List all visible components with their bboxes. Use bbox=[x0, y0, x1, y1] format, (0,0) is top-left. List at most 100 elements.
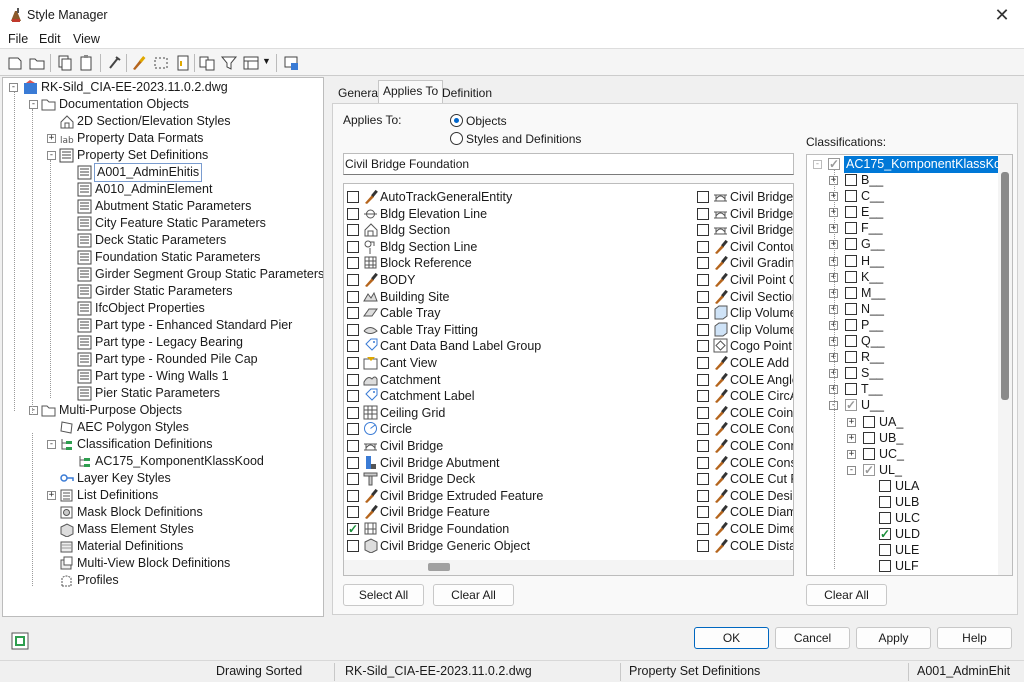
classifications-scroll-thumb[interactable] bbox=[1001, 172, 1009, 400]
object-row-cable-tray[interactable]: Cable Tray bbox=[345, 305, 685, 321]
object-checkbox[interactable] bbox=[697, 440, 709, 452]
filter-icon[interactable] bbox=[220, 54, 238, 72]
object-row-civil-section[interactable]: Civil Section bbox=[695, 289, 793, 305]
classification-item[interactable]: + G__ bbox=[807, 236, 999, 253]
object-row-ceiling-grid[interactable]: Ceiling Grid bbox=[345, 405, 685, 421]
classification-checkbox[interactable] bbox=[863, 416, 875, 428]
classification-item[interactable]: - UL_ bbox=[807, 462, 999, 479]
classification-item[interactable]: + H__ bbox=[807, 253, 999, 270]
object-row-civil-bridge[interactable]: Civil Bridge bbox=[695, 189, 793, 205]
classification-checkbox[interactable] bbox=[845, 255, 857, 267]
object-checkbox[interactable] bbox=[697, 473, 709, 485]
object-row-circle[interactable]: Circle bbox=[345, 421, 685, 437]
object-row-civil-bridge-generic-object[interactable]: Civil Bridge Generic Object bbox=[345, 538, 685, 554]
object-row-cole-dimen[interactable]: COLE Dimen bbox=[695, 521, 793, 537]
object-row-cole-design[interactable]: COLE Design bbox=[695, 488, 793, 504]
object-checkbox[interactable] bbox=[347, 390, 359, 402]
select-all-button[interactable]: Select All bbox=[343, 584, 424, 606]
tree-root-drawing[interactable]: - RK-Sild_CIA-EE-2023.11.0.2.dwg bbox=[3, 79, 323, 96]
select-style-icon[interactable] bbox=[152, 54, 170, 72]
object-checkbox[interactable] bbox=[347, 191, 359, 203]
object-row-cant-data-band-label-group[interactable]: Cant Data Band Label Group bbox=[345, 338, 685, 354]
object-row-cole-distan[interactable]: COLE Distan bbox=[695, 538, 793, 554]
classification-checkbox[interactable] bbox=[879, 544, 891, 556]
classification-item[interactable]: -U__ bbox=[807, 397, 999, 414]
current-object-field[interactable]: Civil Bridge Foundation bbox=[343, 153, 794, 175]
object-row-cole-coinci[interactable]: COLE Coinci bbox=[695, 405, 793, 421]
classification-item[interactable]: + S__ bbox=[807, 365, 999, 382]
classification-checkbox[interactable] bbox=[845, 351, 857, 363]
clear-all-button[interactable]: Clear All bbox=[433, 584, 514, 606]
classification-checkbox[interactable] bbox=[845, 287, 857, 299]
object-checkbox[interactable] bbox=[347, 506, 359, 518]
collapse-icon[interactable]: - bbox=[29, 100, 38, 109]
object-row-catchment-label[interactable]: Catchment Label bbox=[345, 388, 685, 404]
object-checkbox[interactable] bbox=[697, 490, 709, 502]
classification-checkbox[interactable] bbox=[879, 526, 891, 543]
expand-icon[interactable]: + bbox=[847, 418, 856, 427]
classification-item[interactable]: + M__ bbox=[807, 285, 999, 302]
object-row-cole-constr[interactable]: COLE Constr bbox=[695, 455, 793, 471]
object-checkbox[interactable] bbox=[347, 307, 359, 319]
open-icon[interactable] bbox=[28, 54, 46, 72]
object-checkbox[interactable] bbox=[697, 291, 709, 303]
classification-item[interactable]: + Q__ bbox=[807, 333, 999, 350]
object-row-cole-conce[interactable]: COLE Conce bbox=[695, 421, 793, 437]
object-row-civil-bridge-abutment[interactable]: Civil Bridge Abutment bbox=[345, 455, 685, 471]
purge-icon[interactable] bbox=[106, 54, 124, 72]
object-row-bldg-section-line[interactable]: Bldg Section Line bbox=[345, 239, 685, 255]
classification-root[interactable]: - AC175_KomponentKlassKood bbox=[807, 156, 1012, 173]
new-icon[interactable] bbox=[6, 54, 24, 72]
tree-item-classification-definitions[interactable]: - Classification Definitions bbox=[3, 436, 323, 453]
classification-item[interactable]: + E__ bbox=[807, 204, 999, 221]
classification-checkbox[interactable] bbox=[845, 303, 857, 315]
collapse-icon[interactable]: - bbox=[813, 160, 822, 169]
paste-icon[interactable] bbox=[78, 54, 96, 72]
classification-checkbox[interactable] bbox=[879, 480, 891, 492]
object-row-cogo-point[interactable]: Cogo Point bbox=[695, 338, 793, 354]
classification-checkbox[interactable] bbox=[879, 512, 891, 524]
tree-item-deck-static-parameters[interactable]: Deck Static Parameters bbox=[3, 232, 323, 249]
tree-item-part-type-enhanced-standard-pier[interactable]: Part type - Enhanced Standard Pier bbox=[3, 317, 323, 334]
chevron-down-icon[interactable]: ▼ bbox=[262, 56, 271, 66]
collapse-icon[interactable]: - bbox=[47, 440, 56, 449]
tree-item-aec-polygon-styles[interactable]: AEC Polygon Styles bbox=[3, 419, 323, 436]
object-checkbox[interactable] bbox=[347, 291, 359, 303]
classification-checkbox[interactable] bbox=[845, 383, 857, 395]
tree-item-material-definitions[interactable]: Material Definitions bbox=[3, 538, 323, 555]
object-row-civil-bridge[interactable]: Civil Bridge bbox=[695, 222, 793, 238]
object-row-civil-bridge-extruded-feature[interactable]: Civil Bridge Extruded Feature bbox=[345, 488, 685, 504]
object-checkbox[interactable] bbox=[697, 357, 709, 369]
tree-item-property-set-definitions[interactable]: - Property Set Definitions bbox=[3, 147, 323, 164]
object-checkbox[interactable] bbox=[697, 390, 709, 402]
classification-checkbox[interactable] bbox=[845, 206, 857, 218]
tree-item-a001-adminehitis[interactable]: A001_AdminEhitis bbox=[3, 163, 323, 182]
object-checkbox[interactable] bbox=[347, 473, 359, 485]
collapse-icon[interactable]: - bbox=[47, 151, 56, 160]
object-checkbox[interactable] bbox=[697, 224, 709, 236]
object-row-civil-bridge-deck[interactable]: Civil Bridge Deck bbox=[345, 471, 685, 487]
tree-item-part-type-rounded-pile-cap[interactable]: Part type - Rounded Pile Cap bbox=[3, 351, 323, 368]
tree-item-2d-section-elevation-styles[interactable]: 2D Section/Elevation Styles bbox=[3, 113, 323, 130]
tree-item-ac175-komponentklasskood[interactable]: AC175_KomponentKlassKood bbox=[3, 453, 323, 470]
object-checkbox[interactable] bbox=[347, 224, 359, 236]
object-checkbox[interactable] bbox=[697, 540, 709, 552]
classification-checkbox[interactable] bbox=[845, 335, 857, 347]
object-checkbox[interactable] bbox=[697, 407, 709, 419]
expand-icon[interactable]: + bbox=[47, 134, 56, 143]
tree-item-girder-static-parameters[interactable]: Girder Static Parameters bbox=[3, 283, 323, 300]
object-row-civil-bridge[interactable]: Civil Bridge bbox=[695, 206, 793, 222]
object-checkbox[interactable] bbox=[697, 274, 709, 286]
classification-item[interactable]: + T__ bbox=[807, 381, 999, 398]
menu-edit[interactable]: Edit bbox=[39, 32, 61, 46]
close-button[interactable]: ✕ bbox=[990, 4, 1014, 26]
object-row-cole-conne[interactable]: COLE Conne bbox=[695, 438, 793, 454]
classification-checkbox[interactable] bbox=[845, 238, 857, 250]
classification-checkbox[interactable] bbox=[879, 560, 891, 572]
objects-radio[interactable] bbox=[450, 114, 463, 127]
ok-button[interactable]: OK bbox=[694, 627, 769, 649]
objects-list[interactable]: AutoTrackGeneralEntity Bldg Elevation Lin… bbox=[343, 183, 794, 576]
classification-item[interactable]: + P__ bbox=[807, 317, 999, 334]
classifications-tree[interactable]: -AC175_KomponentKlassKood+B__+C__+E__+F_… bbox=[806, 154, 1013, 576]
classification-item[interactable]: ULD bbox=[807, 526, 999, 543]
